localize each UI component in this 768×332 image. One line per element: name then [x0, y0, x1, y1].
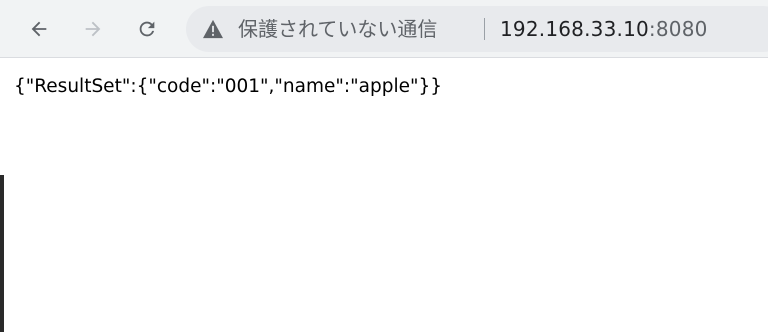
page-content: {"ResultSet":{"code":"001","name":"apple…: [0, 58, 768, 332]
back-button[interactable]: [19, 9, 59, 49]
reload-icon: [139, 21, 155, 37]
forward-button[interactable]: [73, 9, 113, 49]
warning-triangle-icon[interactable]: [202, 19, 224, 39]
url-text[interactable]: 192.168.33.10:8080: [500, 6, 708, 52]
arrow-left-icon: [31, 21, 47, 37]
omnibox-divider: [484, 18, 485, 40]
url-host: 192.168.33.10: [500, 17, 649, 41]
security-status-label[interactable]: 保護されていない通信: [238, 6, 437, 52]
background-window-edge: [0, 175, 4, 332]
address-bar[interactable]: 保護されていない通信 192.168.33.10:8080: [186, 6, 768, 52]
browser-toolbar: 保護されていない通信 192.168.33.10:8080: [0, 0, 768, 58]
json-response-text: {"ResultSet":{"code":"001","name":"apple…: [14, 76, 443, 97]
url-port: :8080: [648, 17, 708, 41]
arrow-right-icon: [85, 21, 101, 37]
reload-button[interactable]: [127, 9, 167, 49]
